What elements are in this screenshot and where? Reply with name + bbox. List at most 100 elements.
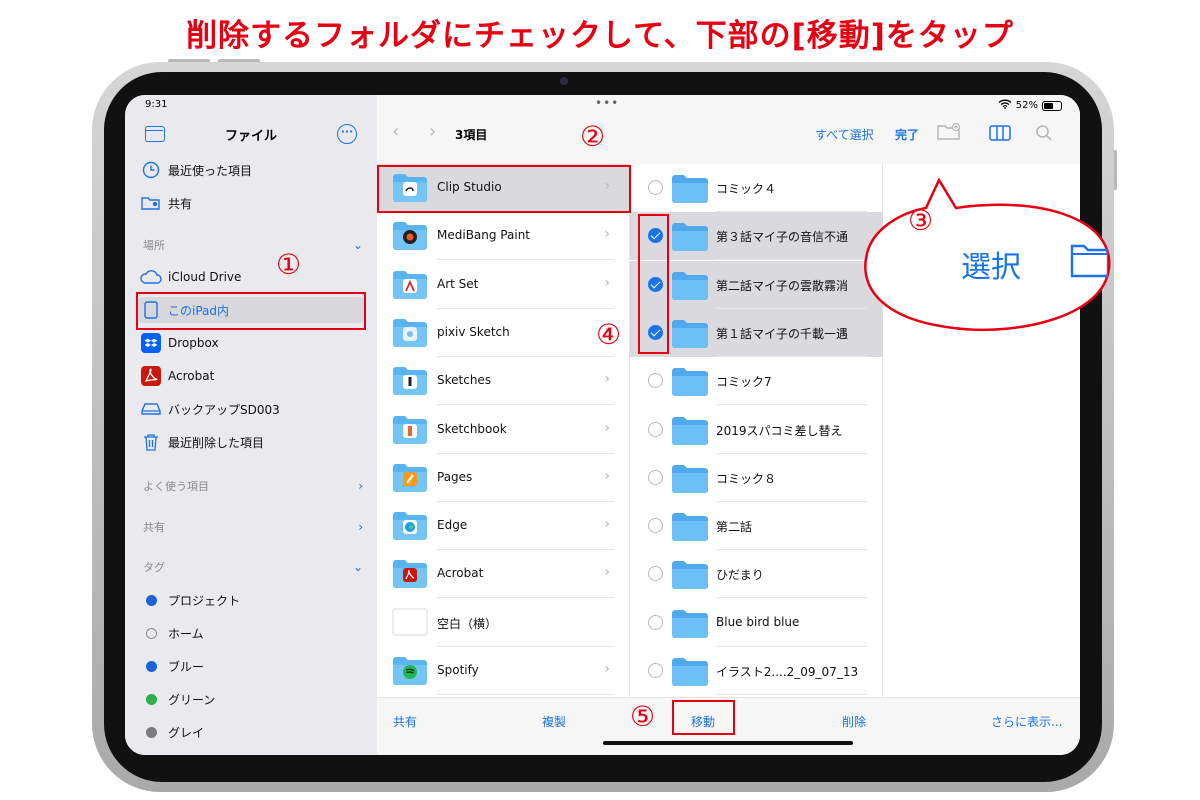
unchecked-circle-icon[interactable]: [648, 518, 663, 534]
forward-arrow-icon[interactable]: ›: [429, 121, 436, 142]
app-folder-row[interactable]: Sketches ›: [377, 357, 630, 406]
new-folder-icon[interactable]: [937, 122, 961, 145]
folder-row[interactable]: 第二話: [630, 502, 883, 551]
edge-icon: [392, 510, 428, 541]
section-favorites[interactable]: よく使う項目 ›: [143, 478, 363, 494]
folder-row[interactable]: コミック８: [630, 454, 883, 502]
duplicate-button[interactable]: 複製: [542, 713, 566, 730]
app-folder-row[interactable]: Sketchbook ›: [377, 406, 630, 454]
select-all-button[interactable]: すべて選択: [815, 126, 874, 143]
app-folder-label: Edge: [437, 518, 468, 533]
folder-icon: [671, 511, 709, 542]
unchecked-circle-icon[interactable]: [648, 469, 663, 485]
unchecked-circle-icon[interactable]: [648, 566, 663, 582]
app-folder-label: Pages: [437, 469, 473, 484]
pixiv-sketch-icon: [392, 317, 428, 347]
section-shared[interactable]: 共有 ›: [143, 519, 363, 535]
folder-icon: [671, 270, 709, 300]
app-folder-row[interactable]: MediBang Paint ›: [377, 212, 630, 261]
app-folder-row[interactable]: Edge ›: [377, 502, 630, 551]
sidebar: 9:31 ファイル ··· 最近使った項目 共有 場所 ⌄ iCloud Dri…: [125, 95, 377, 755]
sidebar-item-backup-drive[interactable]: バックアップSD003: [140, 396, 365, 422]
sidebar-item-recently-deleted[interactable]: 最近削除した項目: [140, 429, 365, 455]
annotation-number-2: ②: [580, 120, 606, 153]
tag-label: ホーム: [168, 626, 204, 641]
tag-item-blue[interactable]: ブルー: [140, 653, 365, 679]
chevron-right-icon: ›: [358, 520, 363, 534]
unchecked-circle-icon[interactable]: [648, 663, 663, 678]
column-view-icon[interactable]: [989, 125, 1011, 145]
annotation-box-on-my-ipad: [136, 292, 366, 330]
sidebar-item-label: 共有: [168, 196, 193, 211]
chevron-right-icon: ›: [604, 226, 610, 243]
more-options-icon[interactable]: ···: [337, 124, 357, 144]
tag-item-gray[interactable]: グレイ: [140, 719, 365, 745]
sidebar-item-shared[interactable]: 共有: [140, 190, 365, 216]
folder-icon: [671, 608, 709, 638]
annotation-box-clip-studio: [377, 165, 631, 213]
folder-icon: [671, 318, 709, 348]
folder-row[interactable]: 2019スパコミ差し替え: [630, 406, 883, 454]
shared-folder-icon: [140, 192, 162, 214]
folder-row[interactable]: コミック7: [630, 357, 883, 406]
app-folder-row[interactable]: Art Set ›: [377, 261, 630, 309]
search-icon[interactable]: [1035, 124, 1053, 146]
app-folder-row[interactable]: Pages ›: [377, 454, 630, 502]
acrobat-icon: [140, 365, 162, 387]
unchecked-circle-icon[interactable]: [648, 180, 663, 195]
chevron-down-icon: ⌄: [352, 560, 363, 574]
multitasking-grabber-icon[interactable]: •••: [595, 96, 619, 110]
folder-label: 第二話: [716, 520, 753, 535]
tag-item-home[interactable]: ホーム: [140, 620, 365, 646]
done-button[interactable]: 完了: [895, 126, 919, 143]
sidebar-item-acrobat[interactable]: Acrobat: [140, 363, 365, 389]
share-button[interactable]: 共有: [393, 713, 417, 730]
back-arrow-icon[interactable]: ‹: [392, 121, 399, 142]
app-folder-row[interactable]: Spotify ›: [377, 647, 630, 695]
app-folder-row[interactable]: 空白（横）: [377, 599, 630, 647]
sidebar-item-recents[interactable]: 最近使った項目: [140, 157, 365, 183]
delete-button[interactable]: 削除: [842, 713, 866, 730]
tag-item-project[interactable]: プロジェクト: [140, 587, 365, 613]
sketches-icon: [392, 365, 428, 396]
folder-label: ひだまり: [716, 568, 764, 583]
tag-label: プロジェクト: [168, 593, 241, 608]
annotation-number-3: ③: [908, 204, 934, 237]
app-folder-label: 空白（横）: [437, 616, 498, 631]
folder-label: イラスト2....2_09_07_13: [716, 665, 859, 679]
status-time: 9:31: [145, 99, 168, 110]
app-folder-row[interactable]: pixiv Sketch ›: [377, 309, 630, 357]
folder-row[interactable]: イラスト2....2_09_07_13: [630, 647, 883, 695]
unchecked-circle-icon[interactable]: [648, 614, 663, 630]
folder-row[interactable]: ひだまり: [630, 550, 883, 599]
app-folder-label: Art Set: [437, 276, 479, 291]
trash-icon: [140, 431, 162, 453]
sketchbook-icon: [392, 414, 428, 444]
sidebar-item-label: Dropbox: [168, 336, 219, 350]
sidebar-item-icloud[interactable]: iCloud Drive: [140, 264, 365, 290]
sidebar-item-dropbox[interactable]: Dropbox: [140, 330, 365, 356]
tag-dot-icon: [145, 726, 157, 738]
unchecked-circle-icon[interactable]: [648, 373, 663, 389]
chevron-right-icon: ›: [604, 564, 610, 581]
folder-row[interactable]: コミック４: [630, 164, 883, 212]
battery-percent: 52%: [1015, 100, 1038, 111]
annotation-number-4: ④: [596, 318, 622, 351]
app-folder-row[interactable]: Acrobat ›: [377, 550, 630, 599]
breadcrumb: 3項目: [455, 128, 488, 142]
folder-row[interactable]: Blue bird blue: [630, 599, 883, 647]
folder-label: コミック８: [716, 471, 777, 486]
tag-item-green[interactable]: グリーン: [140, 686, 365, 712]
folder-label: 第３話マイ子の音信不通: [716, 230, 849, 245]
section-shared-label: 共有: [143, 521, 165, 534]
folder-label: コミック４: [716, 182, 777, 196]
tag-label: グレイ: [168, 725, 205, 740]
section-locations[interactable]: 場所 ⌄: [143, 237, 363, 253]
folder-label: コミック7: [716, 375, 772, 390]
zoom-callout: ③ 選択: [864, 177, 1124, 336]
unchecked-circle-icon[interactable]: [648, 421, 663, 437]
row-separator: [437, 694, 614, 695]
section-tags[interactable]: タグ ⌄: [143, 559, 363, 575]
chevron-right-icon: ›: [604, 419, 610, 436]
more-actions-button[interactable]: さらに表示...: [991, 713, 1062, 730]
